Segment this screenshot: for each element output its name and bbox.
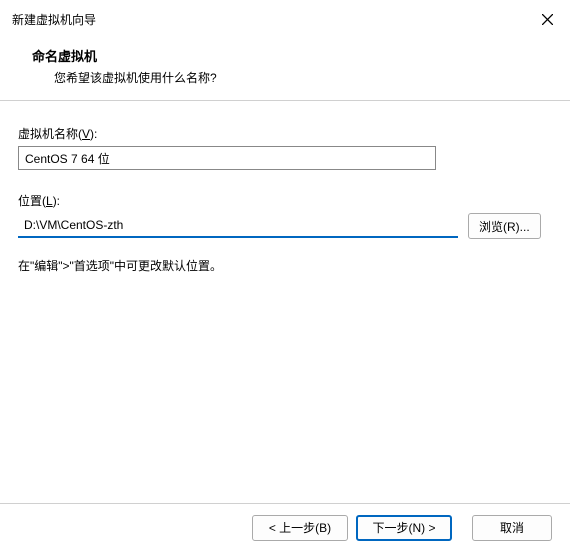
browse-prefix: 浏览( xyxy=(479,220,507,234)
location-label-prefix: 位置( xyxy=(18,194,46,208)
browse-button[interactable]: 浏览(R)... xyxy=(468,213,541,239)
browse-key: R xyxy=(507,220,516,234)
titlebar: 新建虚拟机向导 xyxy=(0,0,570,36)
window-title: 新建虚拟机向导 xyxy=(12,11,96,28)
location-label: 位置(L): xyxy=(18,192,552,209)
browse-suffix: )... xyxy=(516,220,530,234)
next-key: N xyxy=(412,521,421,535)
content-area: 虚拟机名称(V): 位置(L): 浏览(R)... 在"编辑">"首选项"中可更… xyxy=(0,101,570,274)
hint-text: 在"编辑">"首选项"中可更改默认位置。 xyxy=(18,257,552,274)
vm-name-label-prefix: 虚拟机名称( xyxy=(18,127,82,141)
vm-name-label-key: V xyxy=(82,127,90,141)
location-label-key: L xyxy=(46,194,53,208)
back-prefix: < 上一步( xyxy=(269,521,319,535)
location-input[interactable] xyxy=(18,214,458,238)
location-label-suffix: ): xyxy=(53,194,60,208)
wizard-subheading: 您希望该虚拟机使用什么名称? xyxy=(32,69,558,86)
back-button[interactable]: < 上一步(B) xyxy=(252,515,348,541)
footer: < 上一步(B) 下一步(N) > 取消 xyxy=(0,503,570,551)
vm-name-input[interactable] xyxy=(18,146,436,170)
wizard-header: 命名虚拟机 您希望该虚拟机使用什么名称? xyxy=(0,36,570,101)
cancel-button[interactable]: 取消 xyxy=(472,515,552,541)
close-button[interactable] xyxy=(536,8,558,30)
vm-name-label-suffix: ): xyxy=(90,127,97,141)
next-suffix: ) > xyxy=(421,521,435,535)
wizard-heading: 命名虚拟机 xyxy=(32,46,558,65)
back-key: B xyxy=(319,521,327,535)
vm-name-label: 虚拟机名称(V): xyxy=(18,125,552,142)
back-suffix: ) xyxy=(327,521,331,535)
close-icon xyxy=(542,14,553,25)
next-prefix: 下一步( xyxy=(372,521,412,535)
next-button[interactable]: 下一步(N) > xyxy=(356,515,452,541)
